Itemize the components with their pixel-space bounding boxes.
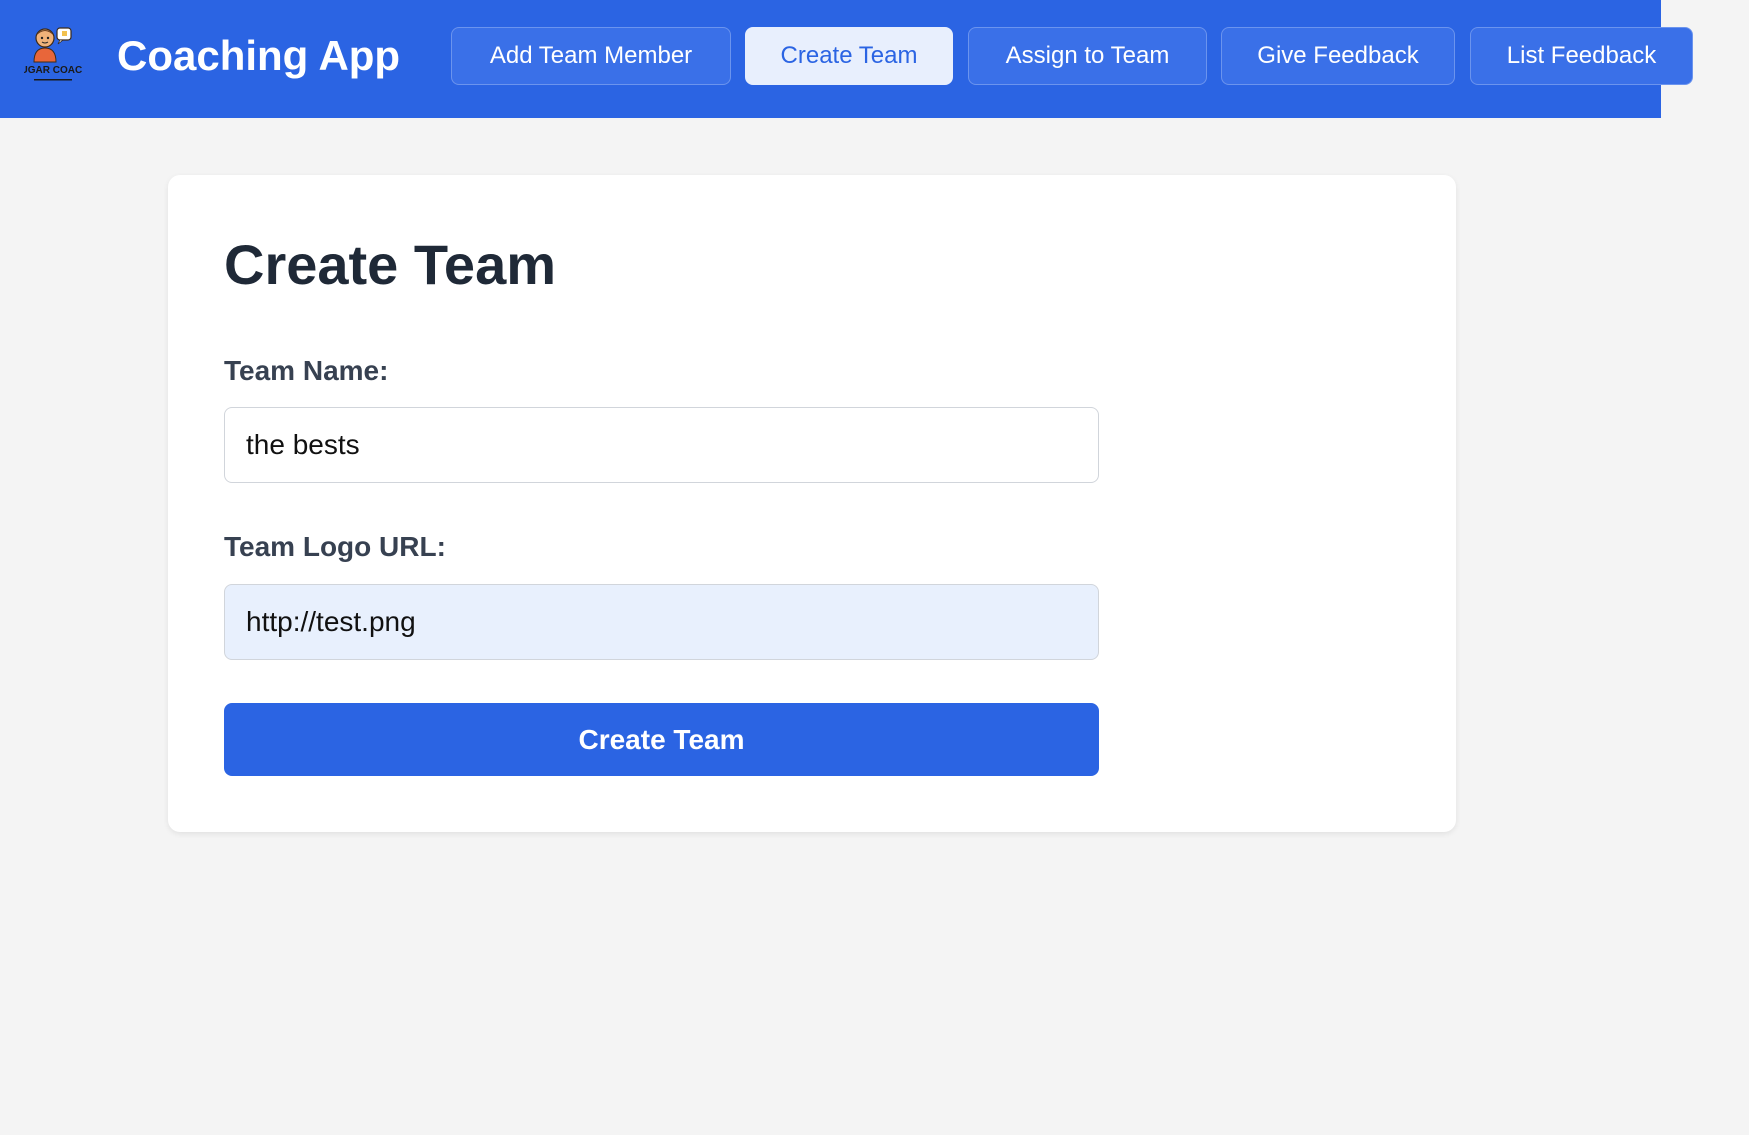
app-header: NOSUGAR COACHING Coaching App Add Team M… [0,0,1693,118]
nav-list-feedback-button[interactable]: List Feedback [1470,27,1693,85]
nav-give-feedback-button[interactable]: Give Feedback [1221,27,1455,85]
app-title: Coaching App [117,32,401,79]
create-team-form-card: Create Team Team Name: Team Logo URL: Cr… [168,175,1456,832]
page-title: Create Team [224,233,557,296]
nav-add-team-member-button[interactable]: Add Team Member [451,27,731,85]
team-name-label: Team Name: [224,355,389,386]
team-logo-url-label: Team Logo URL: [224,531,446,562]
nosugar-coaching-logo-icon[interactable]: NOSUGAR COACHING [24,24,82,86]
nav-assign-to-team-button[interactable]: Assign to Team [968,27,1207,85]
team-name-input[interactable] [224,407,1099,483]
team-logo-url-input[interactable] [224,584,1099,660]
nav-create-team-button[interactable]: Create Team [745,27,953,85]
logo-wordmark: NOSUGAR COACHING [24,65,82,76]
create-team-submit-button[interactable]: Create Team [224,703,1099,776]
